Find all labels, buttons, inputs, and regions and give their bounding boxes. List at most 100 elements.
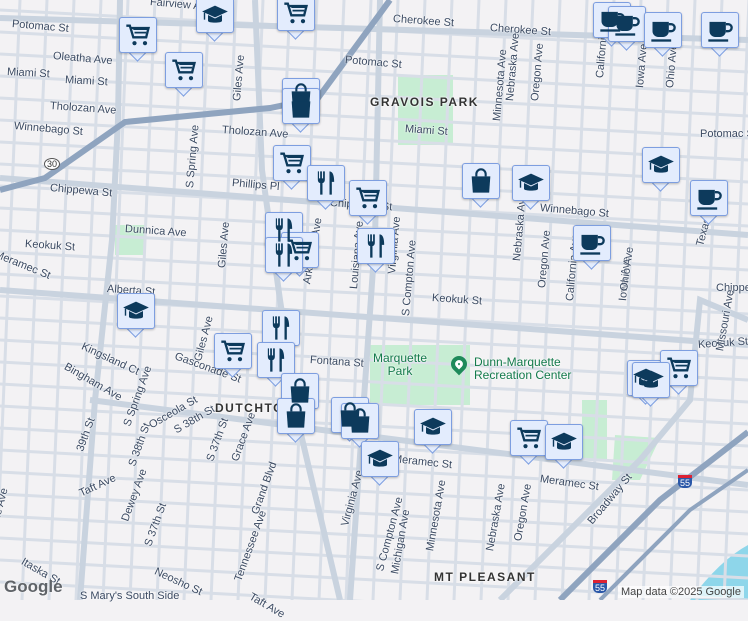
- map-marker-bag[interactable]: [277, 398, 315, 444]
- coffee-icon: [578, 229, 606, 257]
- school-icon: [550, 428, 578, 456]
- map-marker-school[interactable]: [117, 293, 155, 339]
- restaurant-icon: [312, 169, 340, 197]
- shopping-bag-icon: [467, 167, 495, 195]
- marker-box: [214, 333, 252, 369]
- school-icon: [647, 151, 675, 179]
- restaurant-icon: [267, 314, 295, 342]
- map-marker-coffee[interactable]: [690, 180, 728, 226]
- coffee-icon: [613, 10, 641, 38]
- shopping-cart-icon: [282, 0, 310, 27]
- marker-box: [414, 409, 452, 445]
- marker-box: [262, 310, 300, 346]
- marker-box: [690, 180, 728, 216]
- google-logo: Google: [4, 577, 63, 596]
- map-marker-cart[interactable]: [273, 145, 311, 191]
- map-marker-cart[interactable]: [214, 333, 252, 379]
- marker-box: [257, 342, 295, 378]
- street-label: Miami St: [64, 74, 109, 89]
- marker-box: [117, 293, 155, 329]
- restaurant-icon: [270, 241, 298, 269]
- restaurant-icon: [362, 232, 390, 260]
- marker-box: [273, 145, 311, 181]
- marker-box: [510, 420, 548, 456]
- route-30-shield: 30: [44, 158, 61, 170]
- interstate-55-shield: 55: [593, 580, 608, 593]
- shopping-cart-icon: [124, 21, 152, 49]
- marker-box: [277, 0, 315, 31]
- school-icon: [122, 297, 150, 325]
- shopping-bag-icon: [286, 377, 314, 405]
- map-marker-school[interactable]: [545, 424, 583, 470]
- marker-box: [119, 17, 157, 53]
- map-marker-coffee[interactable]: [573, 225, 611, 271]
- map-marker-school[interactable]: [512, 165, 550, 211]
- map-marker-cart[interactable]: [119, 17, 157, 63]
- map-marker-cart[interactable]: [165, 52, 203, 98]
- shopping-cart-icon: [170, 56, 198, 84]
- marker-box: [361, 441, 399, 477]
- map-marker-school[interactable]: [414, 409, 452, 455]
- map-marker-food[interactable]: [265, 237, 303, 283]
- school-icon: [201, 1, 229, 29]
- shopping-cart-icon: [278, 149, 306, 177]
- map-marker-food[interactable]: [307, 165, 345, 211]
- shopping-cart-icon: [354, 184, 382, 212]
- map-marker-school[interactable]: [196, 0, 234, 43]
- partial-label: S Mary's South Side: [80, 590, 180, 602]
- map-marker-cart[interactable]: [510, 420, 548, 466]
- shopping-cart-icon: [219, 337, 247, 365]
- map-marker-school[interactable]: [361, 441, 399, 487]
- map-marker-food[interactable]: [357, 228, 395, 274]
- map-marker-coffee[interactable]: [644, 12, 682, 58]
- map-marker-school[interactable]: [642, 147, 680, 193]
- map-marker-school[interactable]: [632, 362, 670, 408]
- marker-box: [265, 237, 303, 273]
- marker-box: [701, 12, 739, 48]
- marker-box: [357, 228, 395, 264]
- marker-box: [196, 0, 234, 33]
- shopping-bag-icon: [287, 92, 315, 120]
- marker-box: [307, 165, 345, 201]
- marker-box: [608, 6, 646, 42]
- marker-box: [282, 88, 320, 124]
- map-marker-bag[interactable]: [462, 163, 500, 209]
- marker-box: [644, 12, 682, 48]
- marker-box: [277, 398, 315, 434]
- park-label[interactable]: Marquette Park: [373, 352, 427, 378]
- school-icon: [517, 169, 545, 197]
- school-icon: [637, 366, 665, 394]
- street-label: Miami St: [6, 66, 51, 81]
- map-marker-cart[interactable]: [349, 180, 387, 226]
- poi-name-2: Recreation Center: [474, 368, 572, 382]
- shopping-cart-icon: [515, 424, 543, 452]
- restaurant-icon: [262, 346, 290, 374]
- poi-label[interactable]: Dunn-Marquette Recreation Center: [474, 356, 571, 382]
- marker-box: [632, 362, 670, 398]
- map-attribution[interactable]: Map data ©2025 Google: [617, 586, 744, 598]
- marker-box: [512, 165, 550, 201]
- marker-box: [545, 424, 583, 460]
- shopping-cart-icon: [665, 354, 693, 382]
- map-marker-coffee[interactable]: [608, 6, 646, 52]
- marker-box: [462, 163, 500, 199]
- marker-box: [341, 403, 379, 439]
- marker-box: [573, 225, 611, 261]
- map-marker-bag[interactable]: [282, 88, 320, 134]
- marker-box: [642, 147, 680, 183]
- street-label: Potomac St: [700, 128, 748, 140]
- interstate-55-shield: 55: [678, 475, 693, 488]
- park-name-2: Park: [387, 364, 413, 378]
- map-marker-cart[interactable]: [277, 0, 315, 41]
- shopping-bag-icon: [346, 407, 374, 435]
- coffee-icon: [649, 16, 677, 44]
- coffee-icon: [695, 184, 723, 212]
- marker-box: [349, 180, 387, 216]
- neighborhood-label: GRAVOIS PARK: [370, 95, 479, 109]
- map-marker-coffee[interactable]: [701, 12, 739, 58]
- map-canvas[interactable]: [0, 0, 748, 600]
- shopping-bag-icon: [282, 402, 310, 430]
- neighborhood-label: MT PLEASANT: [434, 570, 536, 584]
- school-icon: [366, 445, 394, 473]
- coffee-icon: [706, 16, 734, 44]
